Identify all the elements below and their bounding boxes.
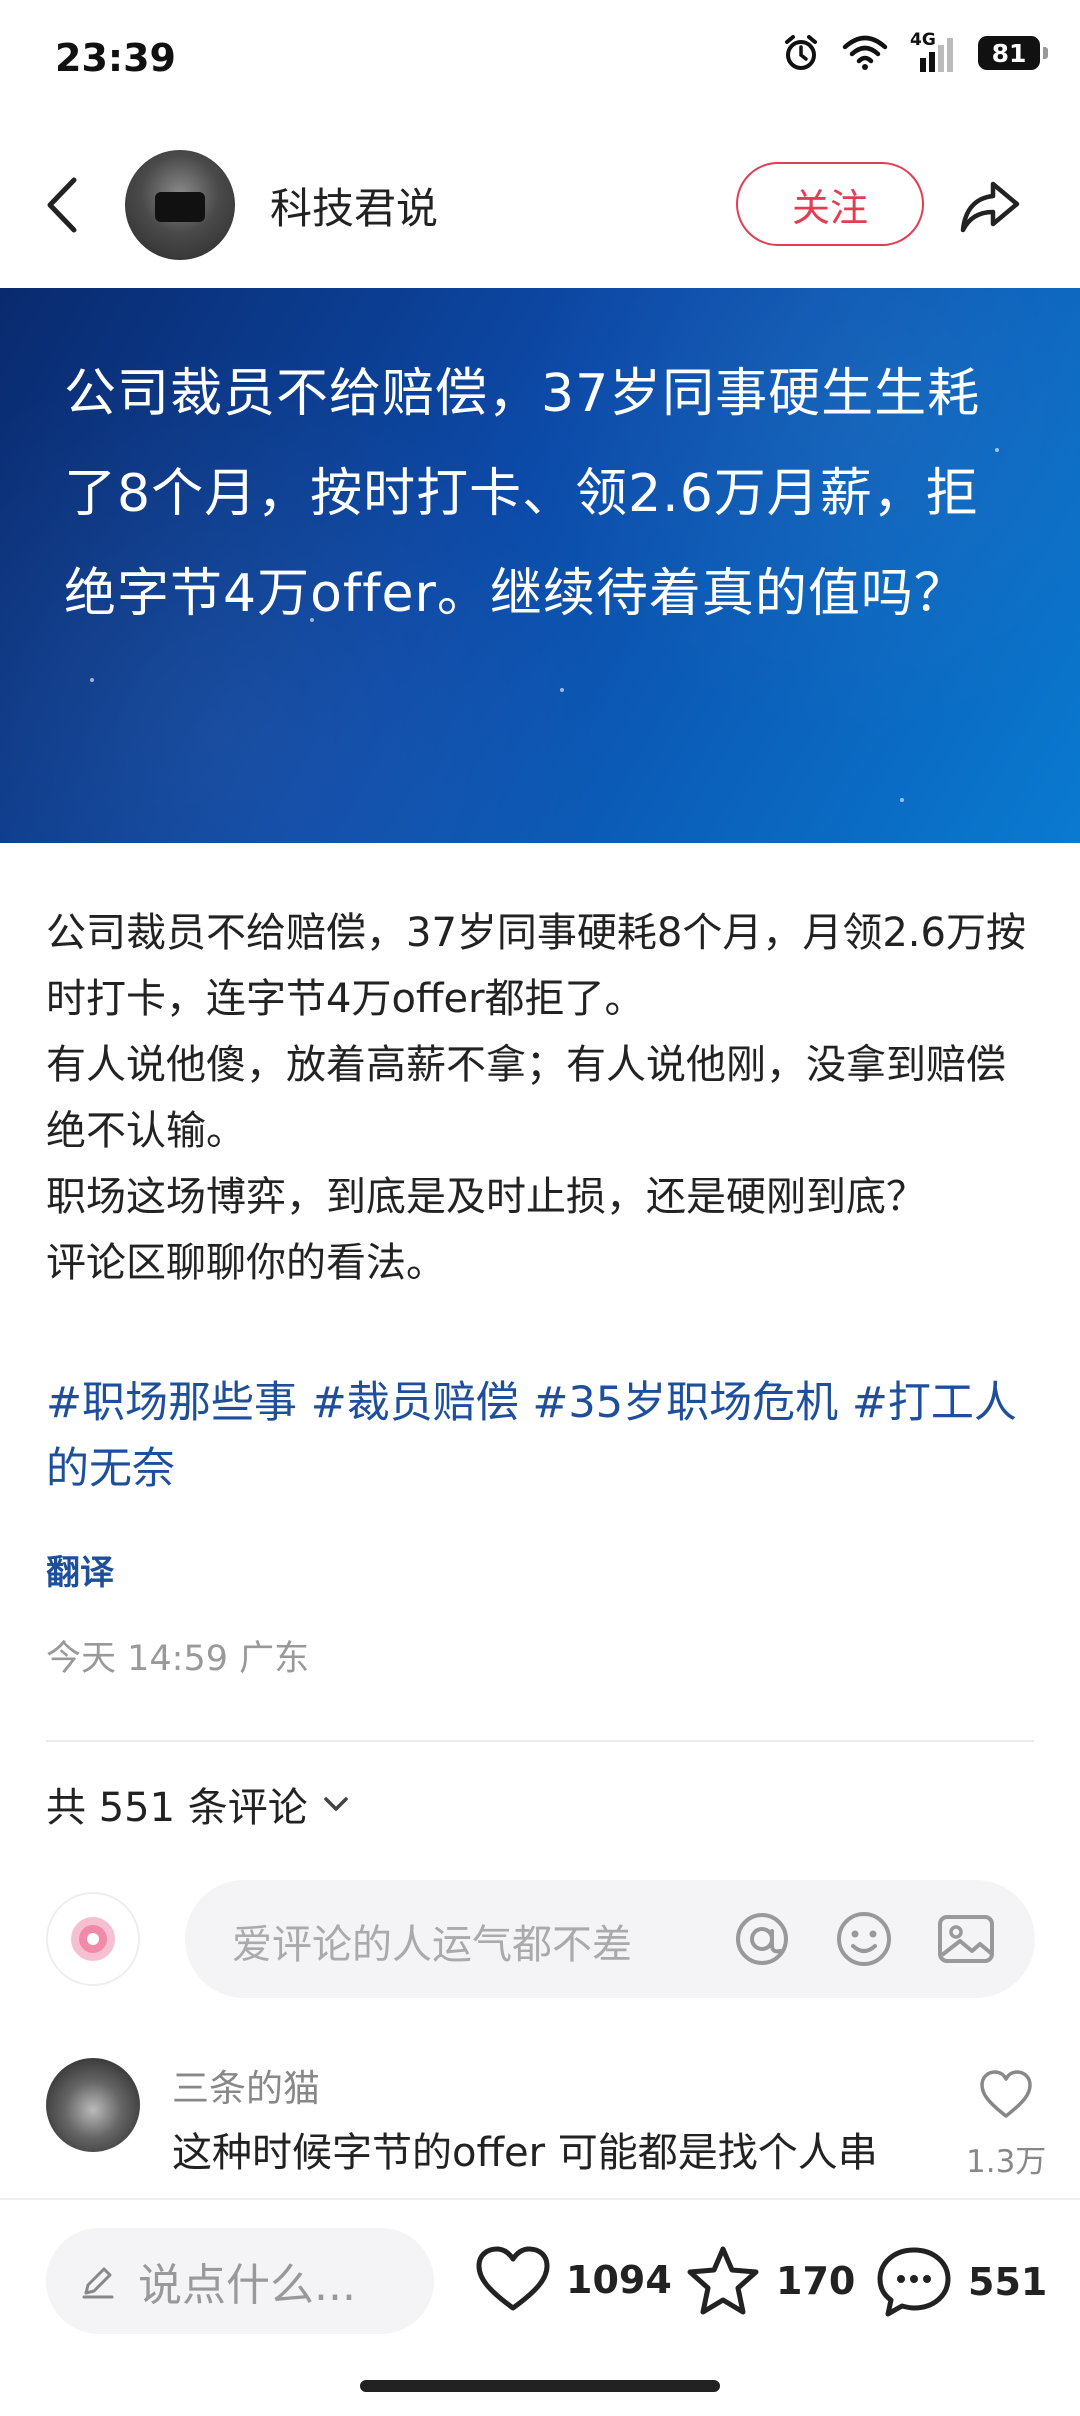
- mention-icon[interactable]: [730, 1907, 794, 1971]
- comment-input-placeholder[interactable]: 爱评论的人运气都不差: [232, 1912, 632, 1970]
- tag-link[interactable]: #职场那些事: [46, 1378, 297, 1428]
- pencil-icon: [82, 2267, 114, 2299]
- comment-bubble-icon: [877, 2247, 951, 2317]
- back-icon[interactable]: [38, 170, 88, 240]
- alarm-icon: [785, 35, 817, 70]
- post-body: 公司裁员不给赔偿，37岁同事硬耗8个月，月领2.6万按时打卡，连字节4万offe…: [46, 900, 1036, 1296]
- follow-button[interactable]: 关注: [736, 162, 924, 246]
- post-paragraph: 有人说他傻，放着高薪不拿；有人说他刚，没拿到赔偿绝不认输。: [46, 1042, 1006, 1154]
- post-paragraph: 评论区聊聊你的看法。: [46, 1240, 446, 1286]
- favorite-button[interactable]: 170: [684, 2244, 855, 2318]
- author-name[interactable]: 科技君说: [270, 175, 438, 236]
- home-indicator[interactable]: [360, 2380, 720, 2392]
- say-something-placeholder: 说点什么...: [138, 2260, 356, 2311]
- donut-icon: [71, 1917, 115, 1961]
- image-icon[interactable]: [934, 1907, 998, 1971]
- comment-count-label: 共 551 条评论: [46, 1785, 308, 1831]
- network-label: 4G: [910, 30, 936, 50]
- chevron-down-icon: [324, 1797, 348, 1811]
- like-count: 1094: [566, 2258, 672, 2302]
- translate-link[interactable]: 翻译: [46, 1545, 114, 1594]
- battery-icon: 81: [978, 36, 1048, 70]
- divider: [46, 1740, 1034, 1742]
- battery-level: 81: [991, 38, 1027, 68]
- tag-link[interactable]: #35岁职场危机: [532, 1378, 838, 1428]
- signal-icon: 4G: [910, 30, 956, 72]
- heart-icon: [476, 2246, 550, 2311]
- share-icon[interactable]: [955, 170, 1025, 240]
- tag-link[interactable]: #裁员赔偿: [311, 1378, 519, 1428]
- commenter-name[interactable]: 三条的猫: [172, 2058, 320, 2112]
- author-avatar[interactable]: [125, 150, 235, 260]
- my-avatar: [46, 1892, 140, 1986]
- comment-sort-dropdown[interactable]: 共 551 条评论: [46, 1775, 350, 1833]
- post-paragraph: 公司裁员不给赔偿，37岁同事硬耗8个月，月领2.6万按时打卡，连字节4万offe…: [46, 910, 1026, 1022]
- wifi-icon: [842, 35, 888, 70]
- status-icons: 4G 81: [782, 30, 1048, 72]
- post-banner-image[interactable]: 公司裁员不给赔偿，37岁同事硬生生耗了8个月，按时打卡、领2.6万月薪，拒绝字节…: [0, 288, 1080, 843]
- banner-title: 公司裁员不给赔偿，37岁同事硬生生耗了8个月，按时打卡、领2.6万月薪，拒绝字节…: [64, 364, 981, 624]
- status-time: 23:39: [55, 36, 176, 80]
- post-tags: #职场那些事 #裁员赔偿 #35岁职场危机 #打工人的无奈: [46, 1370, 1036, 1502]
- post-meta: 今天 14:59 广东: [46, 1639, 310, 1679]
- like-button[interactable]: 1094: [474, 2244, 672, 2316]
- commenter-avatar[interactable]: [46, 2058, 140, 2152]
- favorite-count: 170: [776, 2259, 856, 2303]
- comment-like-icon[interactable]: [978, 2068, 1034, 2124]
- post-paragraph: 职场这场博弈，到底是及时止损，还是硬刚到底？: [46, 1174, 926, 1220]
- star-icon: [687, 2246, 759, 2315]
- comment-like-count: 1.3万: [966, 2144, 1047, 2180]
- comment-count: 551: [968, 2260, 1048, 2304]
- emoji-icon[interactable]: [832, 1907, 896, 1971]
- say-something-input[interactable]: 说点什么...: [46, 2228, 434, 2334]
- comment-text: 这种时候字节的offer 可能都是找个人串: [172, 2130, 878, 2176]
- comment-button[interactable]: 551: [874, 2244, 1047, 2320]
